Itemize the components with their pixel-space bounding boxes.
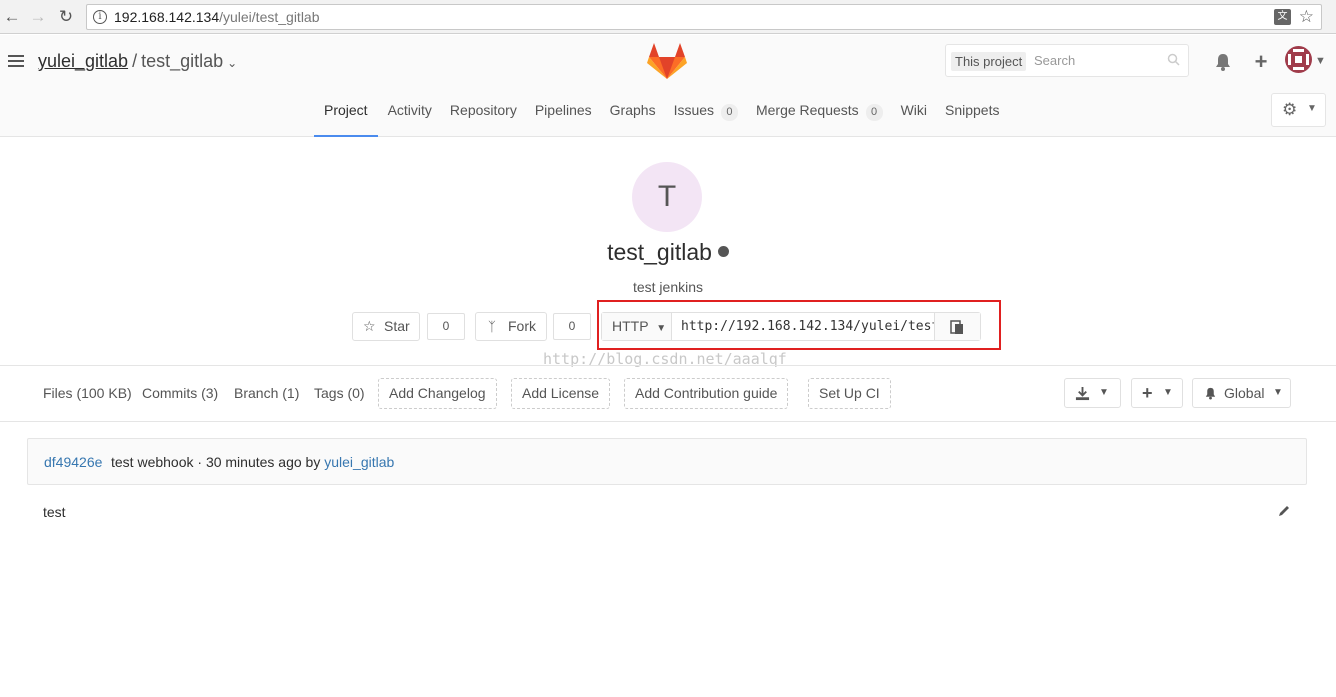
plus-icon: + <box>1142 383 1153 403</box>
avatar-caret-icon[interactable]: ▼ <box>1315 55 1326 67</box>
tab-snippets[interactable]: Snippets <box>937 98 1007 137</box>
caret-down-icon: ▼ <box>1163 387 1173 398</box>
browser-toolbar: ← → ↻ i 192.168.142.134/yulei/test_gitla… <box>0 0 1336 34</box>
divider <box>0 365 1336 366</box>
branch-link[interactable]: Branch (1) <box>234 385 299 401</box>
project-settings-button[interactable]: ⚙ ▼ <box>1271 93 1326 127</box>
breadcrumb: yulei_gitlab / test_gitlab ⌄ <box>38 51 238 71</box>
add-changelog-button[interactable]: Add Changelog <box>378 378 497 409</box>
url-text: 192.168.142.134/yulei/test_gitlab <box>114 9 320 25</box>
download-button[interactable]: ▼ <box>1064 378 1121 408</box>
namespace-link[interactable]: yulei_gitlab <box>38 51 128 71</box>
gitlab-logo-icon[interactable] <box>647 42 687 80</box>
commit-author-link[interactable]: yulei_gitlab <box>324 454 394 470</box>
divider <box>0 421 1336 422</box>
gitlab-header: yulei_gitlab / test_gitlab ⌄ This project S… <box>0 35 1336 137</box>
tags-link[interactable]: Tags (0) <box>314 385 365 401</box>
tab-pipelines[interactable]: Pipelines <box>527 98 600 137</box>
tab-merge-requests[interactable]: Merge Requests 0 <box>748 98 891 137</box>
caret-down-icon: ▼ <box>1273 387 1283 398</box>
fork-count[interactable]: 0 <box>553 313 591 340</box>
commit-message: test webhook · 30 minutes ago by yulei_g… <box>111 454 395 470</box>
last-commit-row: df49426e test webhook · 30 minutes ago b… <box>27 438 1307 485</box>
setup-ci-button[interactable]: Set Up CI <box>808 378 891 409</box>
search-input[interactable]: Search <box>1034 53 1075 68</box>
fork-icon: ᛉ <box>488 319 496 334</box>
plus-icon[interactable]: + <box>1251 51 1271 73</box>
hamburger-menu-icon[interactable] <box>8 55 24 67</box>
issues-count-badge: 0 <box>720 104 738 121</box>
gear-icon: ⚙ <box>1282 100 1298 119</box>
project-description: test jenkins <box>632 279 704 295</box>
tab-issues[interactable]: Issues 0 <box>666 98 746 137</box>
search-scope-badge: This project <box>951 52 1027 71</box>
add-new-button[interactable]: + ▼ <box>1131 378 1183 408</box>
project-avatar: T <box>632 162 702 232</box>
chevron-down-icon[interactable]: ⌄ <box>227 56 237 70</box>
tab-project[interactable]: Project <box>314 98 378 137</box>
commits-link[interactable]: Commits (3) <box>142 385 218 401</box>
bookmark-star-icon[interactable]: ☆ <box>1299 7 1314 27</box>
star-button[interactable]: ☆ Star <box>352 312 420 341</box>
annotation-highlight <box>597 300 1001 350</box>
pencil-icon[interactable] <box>1277 504 1291 518</box>
mr-count-badge: 0 <box>865 104 883 121</box>
star-count[interactable]: 0 <box>427 313 465 340</box>
star-icon: ☆ <box>363 318 376 334</box>
download-icon <box>1075 386 1090 401</box>
add-contribution-guide-button[interactable]: Add Contribution guide <box>624 378 789 409</box>
reload-icon[interactable]: ↻ <box>56 6 76 28</box>
search-icon <box>1167 53 1180 66</box>
bell-icon[interactable] <box>1213 52 1233 72</box>
notification-level-dropdown[interactable]: Global ▼ <box>1192 378 1291 408</box>
address-bar[interactable]: i 192.168.142.134/yulei/test_gitlab 文 ☆ <box>86 4 1322 30</box>
back-arrow-icon[interactable]: ← <box>2 6 22 28</box>
project-link[interactable]: test_gitlab <box>141 51 223 71</box>
bell-icon <box>1205 387 1216 400</box>
commit-sha-link[interactable]: df49426e <box>44 454 102 470</box>
add-license-button[interactable]: Add License <box>511 378 611 409</box>
readme-content: test <box>43 504 66 520</box>
translate-icon[interactable]: 文 <box>1274 9 1291 25</box>
project-title: test_gitlab <box>0 239 1336 266</box>
tab-repository[interactable]: Repository <box>442 98 525 137</box>
forward-arrow-icon[interactable]: → <box>28 6 48 28</box>
tab-graphs[interactable]: Graphs <box>602 98 664 137</box>
fork-button[interactable]: ᛉ Fork <box>475 312 547 341</box>
caret-down-icon: ▼ <box>1099 387 1109 398</box>
project-tabs: Project Activity Repository Pipelines Gr… <box>314 98 1009 137</box>
user-avatar[interactable] <box>1285 46 1312 73</box>
globe-icon <box>717 246 729 258</box>
caret-down-icon: ▼ <box>1307 103 1317 114</box>
info-icon[interactable]: i <box>93 10 107 24</box>
tab-activity[interactable]: Activity <box>380 98 440 137</box>
tab-wiki[interactable]: Wiki <box>893 98 935 137</box>
search-field[interactable]: This project Search <box>945 44 1189 77</box>
files-link[interactable]: Files (100 KB) <box>43 385 132 401</box>
